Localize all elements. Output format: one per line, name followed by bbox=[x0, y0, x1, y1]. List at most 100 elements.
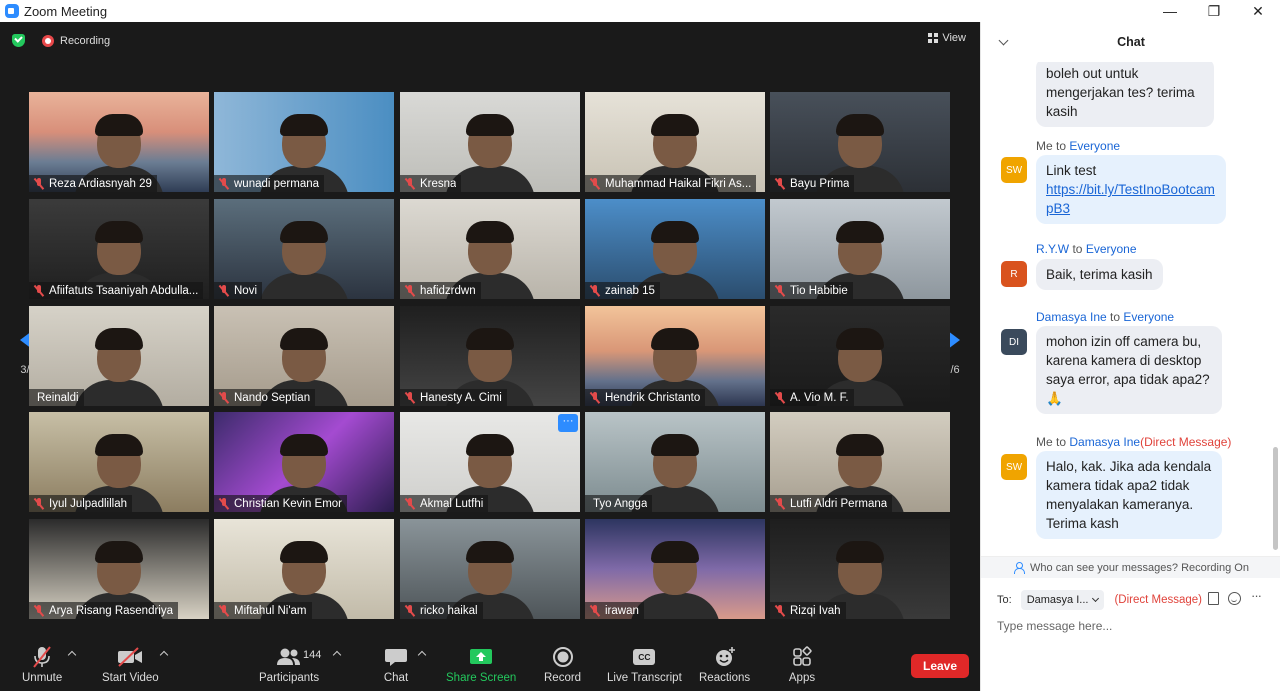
video-tile[interactable]: Afiifatuts Tsaaniyah Abdulla... bbox=[29, 199, 209, 299]
chat-options-caret-icon[interactable] bbox=[418, 650, 426, 658]
participant-hair bbox=[651, 221, 699, 243]
participant-hair bbox=[836, 114, 884, 136]
participant-hair bbox=[651, 541, 699, 563]
unmute-label: Unmute bbox=[22, 672, 63, 684]
participant-name: Afiifatuts Tsaaniyah Abdulla... bbox=[49, 284, 199, 297]
video-tile[interactable]: Hendrik Christanto bbox=[585, 306, 765, 406]
restore-icon[interactable]: ❐ bbox=[1192, 0, 1236, 22]
recipient-name[interactable]: Everyone bbox=[1086, 242, 1137, 256]
reactions-button[interactable]: Reactions bbox=[699, 644, 750, 684]
video-tile[interactable]: Reza Ardiasnyah 29 bbox=[29, 92, 209, 192]
mic-muted-icon bbox=[774, 391, 786, 404]
participant-name: Lutfi Aldri Permana bbox=[790, 497, 888, 510]
participant-name-bar: Lutfi Aldri Permana bbox=[770, 495, 893, 512]
participant-hair bbox=[95, 541, 143, 563]
recording-icon bbox=[42, 34, 54, 47]
mic-muted-icon bbox=[774, 177, 786, 190]
encryption-shield-icon[interactable] bbox=[12, 34, 25, 47]
file-icon[interactable] bbox=[1208, 592, 1219, 605]
mic-muted-icon bbox=[218, 497, 230, 510]
recipient-name[interactable]: Damasya Ine bbox=[1069, 435, 1140, 449]
recipient-select[interactable]: Damasya I... bbox=[1020, 590, 1105, 610]
apps-button[interactable]: Apps bbox=[784, 644, 820, 684]
view-label: View bbox=[942, 32, 966, 44]
participant-name: Reinaldi bbox=[37, 391, 79, 404]
participant-name: ricko haikal bbox=[420, 604, 478, 617]
video-tile[interactable]: Rizqi Ivah bbox=[770, 519, 950, 619]
video-tile[interactable]: irawan bbox=[585, 519, 765, 619]
participants-options-caret-icon[interactable] bbox=[333, 650, 341, 658]
sender-name[interactable]: Damasya Ine bbox=[1036, 310, 1107, 324]
participant-name: Bayu Prima bbox=[790, 177, 850, 190]
recipient-name[interactable]: Everyone bbox=[1123, 310, 1174, 324]
chat-panel: Chat boleh out untuk mengerjakan tes? te… bbox=[980, 22, 1280, 691]
chat-button[interactable]: Chat bbox=[378, 644, 414, 684]
participant-hair bbox=[466, 114, 514, 136]
video-tile[interactable]: Reinaldi bbox=[29, 306, 209, 406]
live-transcript-button[interactable]: CC Live Transcript bbox=[607, 644, 682, 684]
chat-messages[interactable]: boleh out untuk mengerjakan tes? terima … bbox=[981, 62, 1280, 553]
close-icon[interactable]: ✕ bbox=[1236, 0, 1280, 22]
view-button[interactable]: View bbox=[928, 32, 966, 44]
audio-options-caret-icon[interactable] bbox=[68, 650, 76, 658]
participant-hair bbox=[95, 221, 143, 243]
participant-name-bar: A. Vio M. F. bbox=[770, 389, 854, 406]
mic-muted-icon bbox=[404, 391, 416, 404]
participant-name-bar: Kresna bbox=[400, 175, 462, 192]
title-bar: Zoom Meeting — ❐ ✕ bbox=[0, 0, 1280, 22]
recipient-name[interactable]: Everyone bbox=[1069, 139, 1120, 153]
start-video-button[interactable]: Start Video bbox=[102, 644, 159, 684]
video-options-caret-icon[interactable] bbox=[160, 650, 168, 658]
video-tile[interactable]: Kresna bbox=[400, 92, 580, 192]
video-tile[interactable]: Christian Kevin Emor bbox=[214, 412, 394, 512]
video-tile[interactable]: wunadi permana bbox=[214, 92, 394, 192]
participant-name-bar: Muhammad Haikal Fikri As... bbox=[585, 175, 757, 192]
tile-more-options-button[interactable]: ··· bbox=[558, 414, 578, 432]
message-text: Link test bbox=[1046, 163, 1097, 178]
mic-muted-icon bbox=[774, 284, 786, 297]
video-tile[interactable]: Miftahul Ni'am bbox=[214, 519, 394, 619]
participant-hair bbox=[836, 328, 884, 350]
participant-name-bar: Novi bbox=[214, 282, 263, 299]
video-tile[interactable]: Arya Risang Rasendriya bbox=[29, 519, 209, 619]
message-visibility-note[interactable]: Who can see your messages? Recording On bbox=[981, 556, 1280, 578]
video-tile[interactable]: ··· Akmal Lutfhi bbox=[400, 412, 580, 512]
video-tile[interactable]: Nando Septian bbox=[214, 306, 394, 406]
minimize-icon[interactable]: — bbox=[1148, 0, 1192, 22]
participant-hair bbox=[836, 221, 884, 243]
participant-name-bar: Nando Septian bbox=[214, 389, 316, 406]
video-grid: Reza Ardiasnyah 29 wunadi permana Kresna Mu… bbox=[29, 92, 951, 620]
video-tile[interactable]: zainab 15 bbox=[585, 199, 765, 299]
video-tile[interactable]: Tyo Angga bbox=[585, 412, 765, 512]
video-tile[interactable]: hafidzrdwn bbox=[400, 199, 580, 299]
video-tile[interactable]: Iyul Julpadlillah bbox=[29, 412, 209, 512]
more-options-icon[interactable]: ··· bbox=[1251, 588, 1262, 603]
video-tile[interactable]: Tio Habibie bbox=[770, 199, 950, 299]
message-text: Halo, kak. Jika ada kendala kamera tidak… bbox=[1046, 459, 1212, 531]
share-screen-button[interactable]: Share Screen bbox=[446, 644, 516, 684]
video-tile[interactable]: Lutfi Aldri Permana bbox=[770, 412, 950, 512]
unmute-button[interactable]: Unmute bbox=[22, 644, 62, 684]
leave-button[interactable]: Leave bbox=[911, 654, 969, 678]
video-tile[interactable]: Hanesty A. Cimi bbox=[400, 306, 580, 406]
chat-message-input[interactable] bbox=[997, 616, 1265, 636]
video-tile[interactable]: A. Vio M. F. bbox=[770, 306, 950, 406]
emoji-icon[interactable] bbox=[1228, 592, 1241, 605]
message-text: Baik, terima kasih bbox=[1046, 267, 1153, 282]
sender-name[interactable]: R.Y.W bbox=[1036, 242, 1069, 256]
mic-muted-icon bbox=[589, 391, 601, 404]
video-tile[interactable]: Muhammad Haikal Fikri As... bbox=[585, 92, 765, 192]
video-off-icon bbox=[112, 644, 148, 670]
participant-name-bar: Afiifatuts Tsaaniyah Abdulla... bbox=[29, 282, 204, 299]
chat-scrollbar[interactable] bbox=[1273, 447, 1278, 550]
video-tile[interactable]: Novi bbox=[214, 199, 394, 299]
participant-hair bbox=[466, 434, 514, 456]
video-tile[interactable]: ricko haikal bbox=[400, 519, 580, 619]
chat-message-bubble: Halo, kak. Jika ada kendala kamera tidak… bbox=[1036, 451, 1222, 539]
record-button[interactable]: Record bbox=[544, 644, 581, 684]
participant-name: Christian Kevin Emor bbox=[234, 497, 343, 510]
video-tile[interactable]: Bayu Prima bbox=[770, 92, 950, 192]
message-link[interactable]: https://bit.ly/TestInoBootcampB3 bbox=[1046, 182, 1215, 216]
message-sender: Damasya Ine to Everyone bbox=[1036, 310, 1174, 324]
mic-muted-icon bbox=[218, 391, 230, 404]
